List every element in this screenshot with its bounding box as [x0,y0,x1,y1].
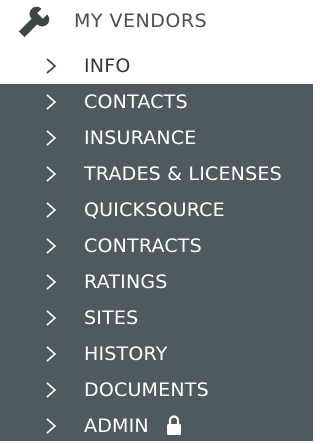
chevron-right-icon [46,382,57,398]
chevron-right-icon [46,418,57,434]
nav-item-info[interactable]: INFO [0,48,313,84]
nav-item-insurance[interactable]: INSURANCE [0,120,313,156]
chevron-right-icon [46,130,57,146]
nav-item-sites[interactable]: SITES [0,300,313,336]
nav-header: MY VENDORS [0,0,313,48]
chevron-right-icon [46,310,57,326]
vendor-navigation: MY VENDORS INFO CONTACTS INSURANCE TRADE… [0,0,313,441]
nav-item-label: CONTRACTS [84,235,202,257]
lock-icon [167,415,181,435]
nav-item-label: TRADES & LICENSES [84,163,282,185]
chevron-right-icon [46,238,57,254]
chevron-right-icon [46,58,57,74]
chevron-right-icon [46,94,57,110]
nav-item-label: RATINGS [84,271,168,293]
nav-item-contacts[interactable]: CONTACTS [0,84,313,120]
nav-item-quicksource[interactable]: QUICKSOURCE [0,192,313,228]
nav-item-label: HISTORY [84,343,168,365]
nav-item-label: INSURANCE [84,127,197,149]
nav-item-contracts[interactable]: CONTRACTS [0,228,313,264]
nav-item-ratings[interactable]: RATINGS [0,264,313,300]
header-title: MY VENDORS [74,10,208,32]
nav-item-admin[interactable]: ADMIN [0,408,313,444]
nav-item-label: QUICKSOURCE [84,199,225,221]
wrench-icon [18,6,50,38]
nav-item-label: INFO [84,55,131,77]
chevron-right-icon [46,346,57,362]
nav-item-label: CONTACTS [84,91,188,113]
chevron-right-icon [46,166,57,182]
nav-item-label: ADMIN [84,415,149,437]
nav-item-label: SITES [84,307,139,329]
nav-item-label: DOCUMENTS [84,379,209,401]
chevron-right-icon [46,202,57,218]
chevron-right-icon [46,274,57,290]
nav-item-history[interactable]: HISTORY [0,336,313,372]
nav-item-trades-licenses[interactable]: TRADES & LICENSES [0,156,313,192]
nav-item-documents[interactable]: DOCUMENTS [0,372,313,408]
